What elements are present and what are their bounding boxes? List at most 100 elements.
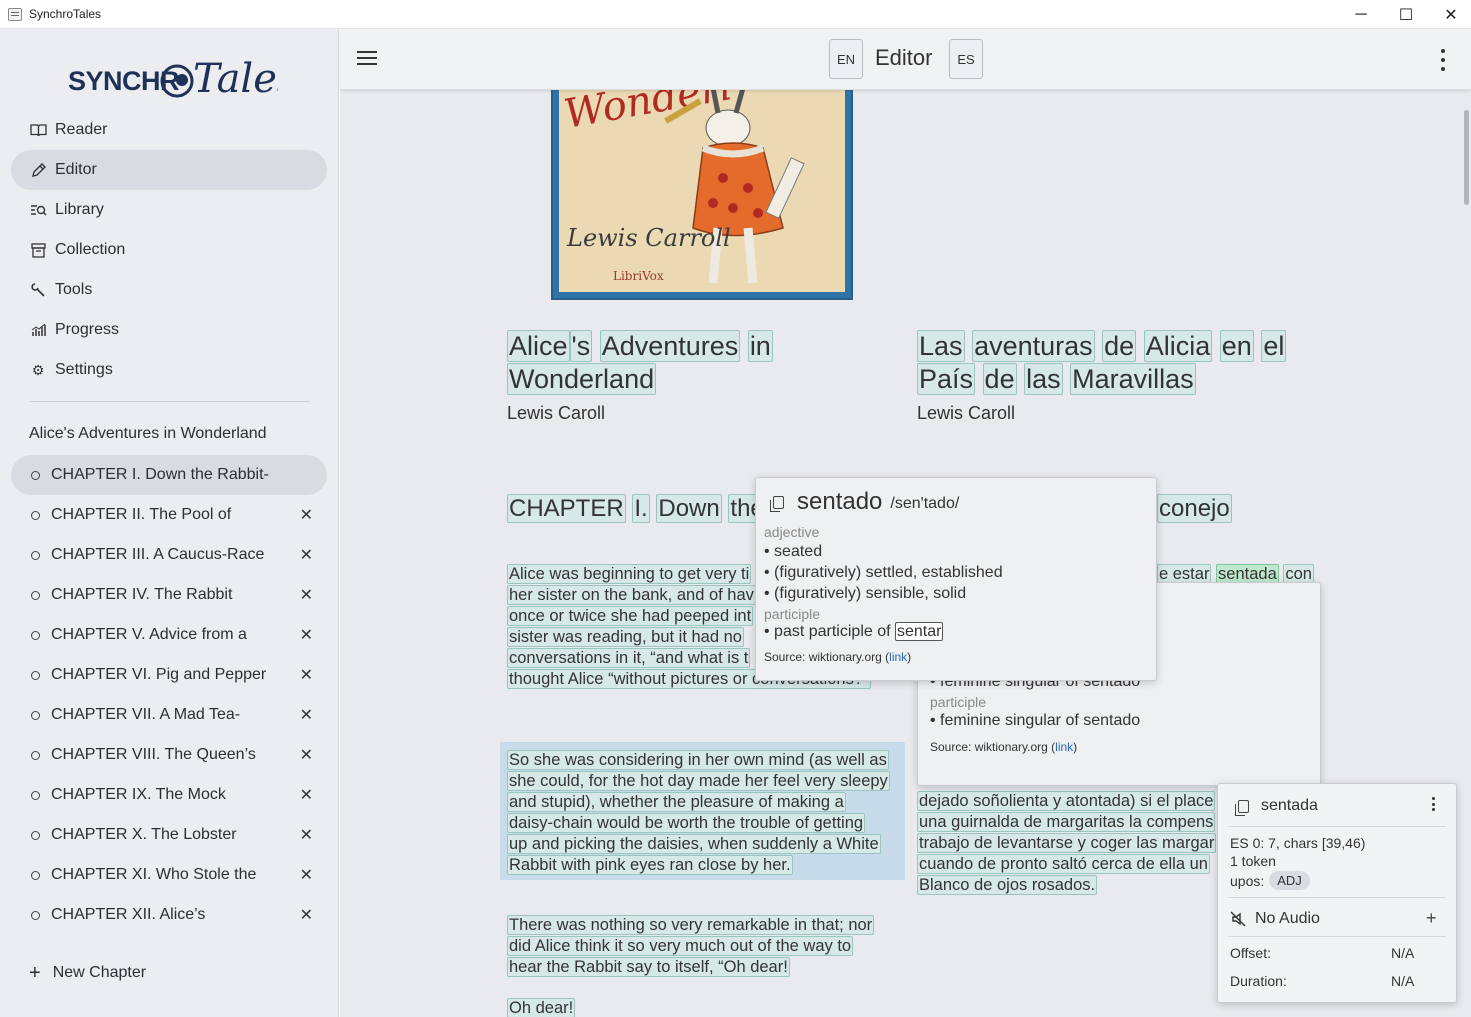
nav-progress[interactable]: Progress	[11, 310, 327, 350]
token-line[interactable]: up and picking the daisies, when suddenl…	[507, 834, 881, 854]
token-line[interactable]: Blanco de ojos rosados.	[917, 875, 1098, 895]
chapter-item[interactable]: CHAPTER VII. A Mad Tea- ✕	[11, 695, 327, 735]
nav-label: Progress	[55, 321, 120, 338]
token[interactable]: Maravillas	[1070, 363, 1196, 395]
chapter-item[interactable]: CHAPTER III. A Caucus-Race ✕	[11, 535, 327, 575]
minimize-button[interactable]: ─	[1338, 0, 1384, 29]
more-options-icon[interactable]	[1430, 797, 1436, 811]
chapter-dot-icon	[31, 870, 40, 880]
scrollbar[interactable]	[1464, 110, 1469, 205]
en-paragraph-2: So she was considering in her own mind (…	[507, 750, 890, 876]
token[interactable]: las	[1024, 363, 1063, 395]
close-window-button[interactable]: ✕	[1428, 0, 1471, 29]
token[interactable]: aventuras	[972, 330, 1095, 362]
linked-word[interactable]: sentar	[895, 622, 944, 641]
delete-chapter-icon[interactable]: ✕	[300, 585, 313, 605]
lang-left-button[interactable]: EN	[829, 39, 863, 79]
chapter-label: CHAPTER IV. The Rabbit	[51, 586, 233, 603]
token[interactable]: Adventures	[599, 330, 741, 362]
token-line[interactable]: trabajo de levantarse y coger las margar	[917, 833, 1217, 853]
token-line[interactable]: There was nothing so very remarkable in …	[507, 915, 875, 935]
token-line[interactable]: once or twice she had peeped int	[507, 606, 754, 626]
token-line[interactable]: and stupid), whether the pleasure of mak…	[507, 792, 846, 812]
chapter-item[interactable]: CHAPTER I. Down the Rabbit-	[11, 455, 327, 495]
token-line[interactable]: cuando de pronto saltó cerca de ella un	[917, 854, 1210, 874]
chapter-item[interactable]: CHAPTER II. The Pool of ✕	[11, 495, 327, 535]
token-line[interactable]: daisy-chain would be worth the trouble o…	[507, 813, 866, 833]
token[interactable]: Down	[656, 494, 722, 523]
nav-editor[interactable]: Editor	[11, 150, 327, 190]
token-line[interactable]: hear the Rabbit say to itself, “Oh dear!	[507, 957, 790, 977]
es-paragraph-2: dejado soñolienta y atontada) si el plac…	[917, 791, 1217, 896]
chapter-item[interactable]: CHAPTER X. The Lobster ✕	[11, 815, 327, 855]
token[interactable]: de	[982, 363, 1017, 395]
nav-tools[interactable]: Tools	[11, 270, 327, 310]
token-line[interactable]: she could, for the hot day made her feel…	[507, 771, 890, 791]
token-line[interactable]: did Alice think it so very much out of t…	[507, 936, 854, 956]
maximize-button[interactable]: ☐	[1383, 0, 1429, 29]
token[interactable]: Wonderland	[507, 363, 657, 395]
menu-icon[interactable]	[357, 51, 377, 67]
chapter-item[interactable]: CHAPTER XI. Who Stole the ✕	[11, 855, 327, 895]
copy-icon[interactable]	[1235, 799, 1249, 816]
add-audio-icon[interactable]: +	[1426, 908, 1437, 929]
token[interactable]: Las	[917, 330, 965, 362]
token[interactable]: en	[1219, 330, 1254, 362]
token[interactable]: conejo	[1157, 494, 1232, 523]
delete-chapter-icon[interactable]: ✕	[300, 825, 313, 845]
token[interactable]: Alice	[507, 330, 570, 362]
token-line[interactable]: sister was reading, but it had no	[507, 627, 744, 647]
token[interactable]: Alicia	[1143, 330, 1213, 362]
nav-reader[interactable]: Reader	[11, 110, 327, 150]
definition: • (figuratively) settled, established	[764, 564, 1003, 581]
chapter-item[interactable]: CHAPTER VI. Pig and Pepper ✕	[11, 655, 327, 695]
token[interactable]: CHAPTER	[507, 494, 626, 523]
token-line[interactable]: una guirnalda de margaritas la compens	[917, 812, 1216, 832]
source-link[interactable]: link	[889, 650, 907, 664]
delete-chapter-icon[interactable]: ✕	[300, 905, 313, 925]
chapter-item[interactable]: CHAPTER IX. The Mock ✕	[11, 775, 327, 815]
more-options-icon[interactable]	[1435, 49, 1451, 71]
token-line[interactable]: Oh dear!	[507, 998, 576, 1017]
upos-chip[interactable]: ADJ	[1269, 871, 1310, 890]
delete-chapter-icon[interactable]: ✕	[300, 785, 313, 805]
divider	[1228, 897, 1446, 898]
source-link[interactable]: link	[1055, 740, 1073, 754]
chapter-label: CHAPTER VI. Pig and Pepper	[51, 666, 267, 683]
token[interactable]: e estar	[1157, 564, 1212, 584]
chapter-item[interactable]: CHAPTER IV. The Rabbit ✕	[11, 575, 327, 615]
token-line[interactable]: dejado soñolienta y atontada) si el plac…	[917, 791, 1216, 811]
token-line[interactable]: conversations in it, “and what is t	[507, 648, 751, 668]
token-line[interactable]: So she was considering in her own mind (…	[507, 750, 889, 770]
svg-text:Lewis Carroll: Lewis Carroll	[566, 224, 731, 252]
delete-chapter-icon[interactable]: ✕	[300, 705, 313, 725]
delete-chapter-icon[interactable]: ✕	[300, 505, 313, 525]
token[interactable]: I.	[632, 494, 650, 523]
token[interactable]: el	[1261, 330, 1287, 362]
token[interactable]: País	[917, 363, 976, 395]
app-title: SynchroTales	[29, 7, 102, 21]
chapter-item[interactable]: CHAPTER XII. Alice’s ✕	[11, 895, 327, 935]
delete-chapter-icon[interactable]: ✕	[300, 745, 313, 765]
en-paragraph-4: Oh dear!	[507, 998, 576, 1017]
token-line[interactable]: Rabbit with pink eyes ran close by her.	[507, 855, 793, 875]
chapter-item[interactable]: CHAPTER VIII. The Queen’s ✕	[11, 735, 327, 775]
delete-chapter-icon[interactable]: ✕	[300, 865, 313, 885]
token[interactable]: con	[1283, 564, 1314, 584]
token-line[interactable]: Alice was beginning to get very ti	[507, 564, 752, 584]
chapter-item[interactable]: CHAPTER V. Advice from a ✕	[11, 615, 327, 655]
delete-chapter-icon[interactable]: ✕	[300, 625, 313, 645]
token-line[interactable]: her sister on the bank, and of hav	[507, 585, 756, 605]
nav-library[interactable]: Library	[11, 190, 327, 230]
token[interactable]: de	[1102, 330, 1137, 362]
token[interactable]: 's	[569, 330, 593, 362]
lang-right-button[interactable]: ES	[949, 39, 983, 79]
copy-icon[interactable]	[770, 495, 784, 512]
nav-collection[interactable]: Collection	[11, 230, 327, 270]
delete-chapter-icon[interactable]: ✕	[300, 665, 313, 685]
nav-settings[interactable]: ⚙ Settings	[11, 350, 327, 390]
token-selected[interactable]: sentada	[1216, 564, 1279, 584]
new-chapter-button[interactable]: + New Chapter	[29, 963, 146, 983]
delete-chapter-icon[interactable]: ✕	[300, 545, 313, 565]
token[interactable]: in	[747, 330, 773, 362]
